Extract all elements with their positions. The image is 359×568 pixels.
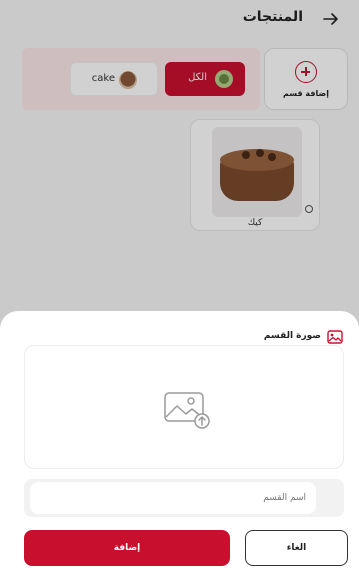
sheet-title: صورة القسم bbox=[263, 331, 321, 341]
category-name-input[interactable] bbox=[30, 482, 316, 514]
cancel-button[interactable]: الغاء bbox=[245, 530, 348, 566]
add-button[interactable]: إضافة bbox=[24, 530, 230, 566]
image-upload-area[interactable] bbox=[24, 345, 344, 469]
add-category-sheet: صورة القسم إضافة الغاء bbox=[0, 311, 359, 568]
category-name-row bbox=[24, 479, 344, 517]
image-upload-icon bbox=[164, 392, 210, 429]
image-icon bbox=[327, 330, 343, 344]
